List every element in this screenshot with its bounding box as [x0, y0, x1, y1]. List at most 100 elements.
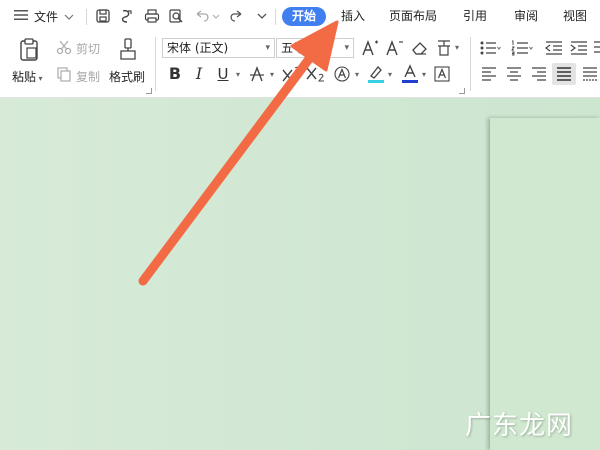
watermark: 广东龙网	[465, 411, 574, 441]
tab-references[interactable]: 引用	[459, 7, 491, 26]
text-effect-icon	[334, 66, 350, 82]
distributed-align-button[interactable]	[580, 65, 600, 83]
document-page[interactable]	[490, 118, 600, 450]
redo-button[interactable]	[227, 6, 247, 26]
increase-indent-icon	[570, 41, 587, 55]
underline-button[interactable]: U	[213, 64, 233, 84]
scissors-icon	[56, 39, 72, 55]
save-button[interactable]	[93, 6, 113, 26]
paste-label[interactable]: 粘贴 ▾	[12, 68, 43, 85]
font-size-select[interactable]: 五号 ▾	[276, 38, 354, 58]
shrink-font-button[interactable]	[385, 38, 405, 58]
document-canvas[interactable]	[0, 98, 600, 450]
print-preview-button[interactable]	[166, 6, 186, 26]
chevron-down-icon[interactable]: ▾	[267, 69, 277, 79]
bullet-list-icon	[480, 41, 501, 55]
increase-indent-button[interactable]	[569, 39, 589, 57]
strikethrough-icon	[250, 66, 264, 82]
overflow-icon	[594, 41, 600, 53]
copy-icon	[56, 66, 72, 82]
copy-button[interactable]: 复制	[76, 68, 100, 85]
strikethrough-button[interactable]	[247, 64, 267, 84]
superscript-icon	[282, 66, 300, 82]
print-icon	[144, 9, 160, 23]
format-painter-button[interactable]: 格式刷	[109, 68, 145, 85]
divider	[155, 37, 156, 91]
character-border-button[interactable]	[432, 64, 452, 84]
customize-toolbar-button[interactable]	[252, 6, 272, 26]
chevron-down-icon[interactable]: ▾	[452, 42, 462, 52]
align-right-button[interactable]	[529, 65, 549, 83]
save-icon	[96, 9, 110, 23]
align-center-button[interactable]	[504, 65, 524, 83]
highlighter-icon	[368, 66, 384, 83]
grow-font-button[interactable]	[361, 38, 381, 58]
decrease-indent-button[interactable]	[544, 39, 564, 57]
character-border-icon	[434, 66, 450, 82]
chevron-down-icon: ▾	[344, 43, 349, 53]
font-group-launcher[interactable]	[459, 88, 465, 94]
print-button[interactable]	[142, 6, 162, 26]
superscript-button[interactable]	[281, 64, 303, 84]
font-color-button[interactable]	[400, 63, 420, 85]
tab-page-layout[interactable]: 页面布局	[385, 7, 441, 26]
clear-format-button[interactable]	[410, 38, 430, 58]
chevron-down-icon: ▾	[265, 43, 270, 53]
align-left-icon	[482, 67, 496, 81]
menu-bar: 文件 开始 插入 页面布局 引用 审阅 视图	[0, 0, 600, 33]
align-right-icon	[532, 67, 546, 81]
tab-review[interactable]: 审阅	[510, 7, 542, 26]
chevron-down-icon[interactable]: ▾	[352, 69, 362, 79]
file-menu-label: 文件	[34, 10, 59, 24]
font-name-select[interactable]: 宋体 (正文) ▾	[162, 38, 275, 58]
eraser-icon	[412, 42, 427, 55]
decrease-indent-icon	[545, 41, 562, 55]
subscript-button[interactable]	[305, 64, 327, 84]
wps-writer-window: 文件 开始 插入 页面布局 引用 审阅 视图 粘贴 ▾ 剪切 复制 格式刷 宋体…	[0, 0, 600, 450]
bullet-list-button[interactable]	[479, 39, 501, 57]
font-size-value: 五号	[281, 41, 306, 55]
redo-icon	[230, 10, 242, 22]
divider	[86, 9, 87, 25]
ribbon-home: 粘贴 ▾ 剪切 复制 格式刷 宋体 (正文) ▾ 五号 ▾ ▾ B I U ▾ …	[0, 33, 600, 98]
chevron-down-icon[interactable]: ▾	[233, 69, 243, 79]
export-pdf-button[interactable]	[117, 6, 137, 26]
tab-home[interactable]: 开始	[282, 7, 327, 26]
undo-icon	[196, 10, 220, 22]
clipboard-icon	[20, 38, 38, 61]
hamburger-icon	[14, 9, 28, 24]
file-menu[interactable]: 文件	[14, 8, 74, 25]
subscript-icon	[306, 67, 324, 82]
highlight-button[interactable]	[366, 63, 386, 85]
numbered-list-button[interactable]	[510, 39, 534, 57]
font-color-icon	[402, 64, 418, 83]
font-name-value: 宋体 (正文)	[167, 41, 229, 55]
tab-insert[interactable]: 插入	[337, 7, 369, 26]
divider	[470, 37, 471, 91]
paste-button[interactable]	[16, 37, 42, 63]
align-left-button[interactable]	[479, 65, 499, 83]
distributed-align-icon	[583, 67, 597, 81]
clipboard-group-launcher[interactable]	[146, 88, 152, 94]
text-effect-button[interactable]	[332, 64, 352, 84]
print-preview-icon	[169, 9, 183, 23]
align-center-icon	[507, 67, 521, 81]
phonetic-guide-button[interactable]	[434, 37, 454, 59]
bold-button[interactable]: B	[165, 64, 185, 84]
chevron-down-icon	[257, 13, 267, 19]
justify-icon	[557, 67, 571, 81]
chevron-down-icon[interactable]: ▾	[385, 69, 395, 79]
numbered-list-icon	[511, 40, 533, 56]
tab-view[interactable]: 视图	[559, 7, 591, 26]
phonetic-guide-icon	[438, 40, 450, 56]
chevron-down-icon	[64, 10, 74, 24]
justify-button[interactable]	[552, 63, 576, 85]
italic-button[interactable]: I	[189, 64, 209, 84]
cut-button[interactable]: 剪切	[76, 40, 100, 57]
grow-font-icon	[362, 40, 378, 56]
chevron-down-icon[interactable]: ▾	[419, 69, 429, 79]
export-pdf-icon	[121, 9, 132, 23]
paragraph-more-button[interactable]	[592, 39, 600, 57]
undo-button[interactable]	[192, 6, 222, 26]
divider	[275, 9, 276, 25]
